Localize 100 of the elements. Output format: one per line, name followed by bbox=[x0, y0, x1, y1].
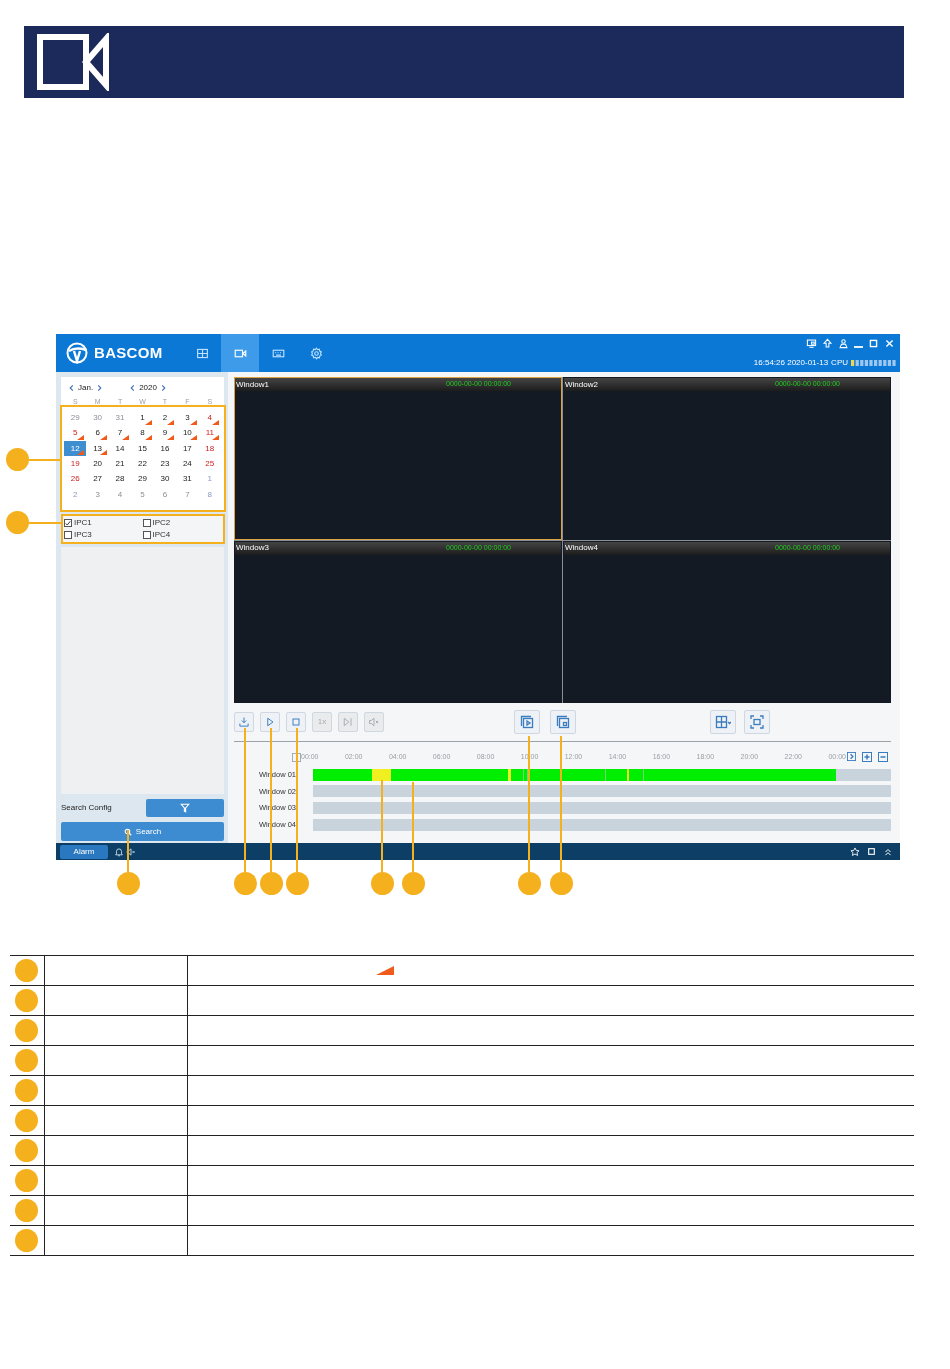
calendar-day[interactable]: 31 bbox=[176, 471, 199, 487]
calendar-day[interactable]: 18 bbox=[198, 441, 221, 457]
callout-marker bbox=[15, 1139, 38, 1162]
zoom-out-button[interactable] bbox=[878, 752, 888, 762]
camera-checkbox[interactable]: IPC2 bbox=[142, 517, 221, 529]
calendar-day[interactable]: 26 bbox=[64, 471, 87, 487]
stop-icon bbox=[290, 716, 302, 728]
callout-marker bbox=[15, 1079, 38, 1102]
calendar-day[interactable]: 17 bbox=[176, 441, 199, 457]
clock: 16:54:26 2020-01-13 bbox=[753, 357, 829, 369]
calendar-day[interactable]: 2 bbox=[153, 410, 177, 426]
calendar-day[interactable]: 31 bbox=[108, 410, 132, 426]
calendar-day[interactable]: 30 bbox=[86, 410, 109, 426]
timeline-track[interactable] bbox=[313, 802, 891, 815]
calendar-day[interactable]: 13 bbox=[86, 441, 109, 457]
record-flag-icon bbox=[167, 435, 175, 441]
callout-marker bbox=[15, 1019, 38, 1042]
calendar-day[interactable]: 16 bbox=[153, 441, 177, 457]
month-label: Jan. bbox=[78, 382, 94, 394]
calendar-day[interactable]: 5 bbox=[131, 487, 154, 503]
download-button[interactable] bbox=[234, 712, 254, 732]
zoom-in-button[interactable] bbox=[862, 752, 872, 762]
sync-stop-icon bbox=[555, 714, 571, 730]
calendar-day[interactable]: 30 bbox=[153, 471, 177, 487]
calendar-day[interactable]: 3 bbox=[86, 487, 109, 503]
maximize-button[interactable] bbox=[868, 338, 879, 349]
timeline-track[interactable] bbox=[313, 818, 891, 831]
callout-marker bbox=[518, 872, 541, 895]
calendar-day[interactable]: 27 bbox=[86, 471, 109, 487]
search-button[interactable]: Search bbox=[61, 822, 224, 841]
calendar-day[interactable]: 24 bbox=[176, 456, 199, 472]
calendar-day[interactable]: 25 bbox=[198, 456, 221, 472]
check-icon bbox=[65, 519, 71, 527]
calendar-day[interactable]: 1 bbox=[131, 410, 154, 426]
camera-checkbox[interactable]: IPC1 bbox=[64, 517, 143, 529]
layout-button[interactable] bbox=[710, 710, 736, 734]
callout-marker bbox=[6, 448, 29, 471]
window-title: Window1 bbox=[236, 378, 269, 391]
callout-marker bbox=[286, 872, 309, 895]
calendar-day[interactable]: 14 bbox=[108, 441, 132, 457]
camera-checkbox[interactable]: IPC4 bbox=[142, 529, 221, 541]
upload-button[interactable] bbox=[822, 338, 833, 349]
play-button[interactable] bbox=[260, 712, 280, 732]
next-button[interactable] bbox=[847, 752, 856, 761]
monitor-button[interactable] bbox=[806, 338, 817, 349]
record-flag-icon bbox=[144, 435, 152, 441]
minimize-icon bbox=[854, 346, 863, 348]
timeline-track[interactable] bbox=[313, 785, 891, 798]
calendar-day[interactable]: 15 bbox=[131, 441, 154, 457]
pin-icon bbox=[850, 846, 860, 857]
close-icon bbox=[884, 338, 895, 349]
chevron-left-icon[interactable] bbox=[129, 384, 137, 392]
bell-icon bbox=[114, 846, 124, 857]
calendar-day[interactable]: 7 bbox=[176, 487, 199, 503]
alarm-button[interactable]: Alarm bbox=[60, 844, 108, 859]
search-config-label: Search Config bbox=[61, 802, 112, 814]
calendar-day[interactable]: 7 bbox=[108, 425, 132, 442]
mute-icon bbox=[126, 846, 136, 857]
calendar-day[interactable]: 9 bbox=[153, 425, 177, 442]
calendar-day[interactable]: 6 bbox=[153, 487, 177, 503]
callout-marker bbox=[234, 872, 257, 895]
calendar-day[interactable]: 29 bbox=[131, 471, 154, 487]
calendar-day[interactable]: 22 bbox=[131, 456, 154, 472]
monitor-icon bbox=[806, 338, 817, 349]
nav-tab[interactable] bbox=[221, 334, 259, 372]
callout-marker bbox=[15, 1229, 38, 1252]
callout-marker bbox=[15, 959, 38, 982]
mute-icon bbox=[368, 716, 380, 728]
calendar-day[interactable]: 19 bbox=[64, 456, 87, 472]
leader-line bbox=[29, 522, 61, 524]
cpu-label: CPU bbox=[831, 357, 848, 369]
leader-line bbox=[127, 830, 129, 872]
camera-checkbox[interactable]: IPC3 bbox=[64, 529, 143, 541]
collapse-icon bbox=[883, 846, 893, 857]
calendar-day[interactable]: 23 bbox=[153, 456, 177, 472]
calendar-day[interactable]: 8 bbox=[131, 425, 154, 442]
calendar-day[interactable]: 29 bbox=[64, 410, 87, 426]
calendar-day[interactable]: 20 bbox=[86, 456, 109, 472]
calendar-day[interactable]: 6 bbox=[86, 425, 109, 442]
chevron-right-icon[interactable] bbox=[96, 384, 104, 392]
calendar-day[interactable]: 21 bbox=[108, 456, 132, 472]
calendar-day[interactable]: 3 bbox=[176, 410, 199, 426]
calendar-day[interactable]: 10 bbox=[176, 425, 199, 442]
download-icon bbox=[238, 716, 250, 728]
close-button[interactable] bbox=[884, 338, 895, 349]
chevron-right-icon[interactable] bbox=[159, 384, 167, 392]
filter-button[interactable] bbox=[146, 799, 224, 817]
fullscreen-button[interactable] bbox=[744, 710, 770, 734]
calendar-day[interactable]: 5 bbox=[64, 425, 87, 442]
fullscreen-icon bbox=[749, 714, 765, 730]
sync-stop-button[interactable] bbox=[550, 710, 576, 734]
callout-marker bbox=[402, 872, 425, 895]
calendar-day[interactable]: 4 bbox=[198, 410, 221, 426]
chevron-left-icon[interactable] bbox=[68, 384, 75, 392]
callout-marker bbox=[15, 1199, 38, 1222]
sync-play-button[interactable] bbox=[514, 710, 540, 734]
restore-icon bbox=[867, 846, 876, 856]
calendar-day[interactable]: 11 bbox=[198, 425, 221, 442]
calendar-day[interactable]: 28 bbox=[108, 471, 132, 487]
user-button[interactable] bbox=[838, 338, 849, 349]
